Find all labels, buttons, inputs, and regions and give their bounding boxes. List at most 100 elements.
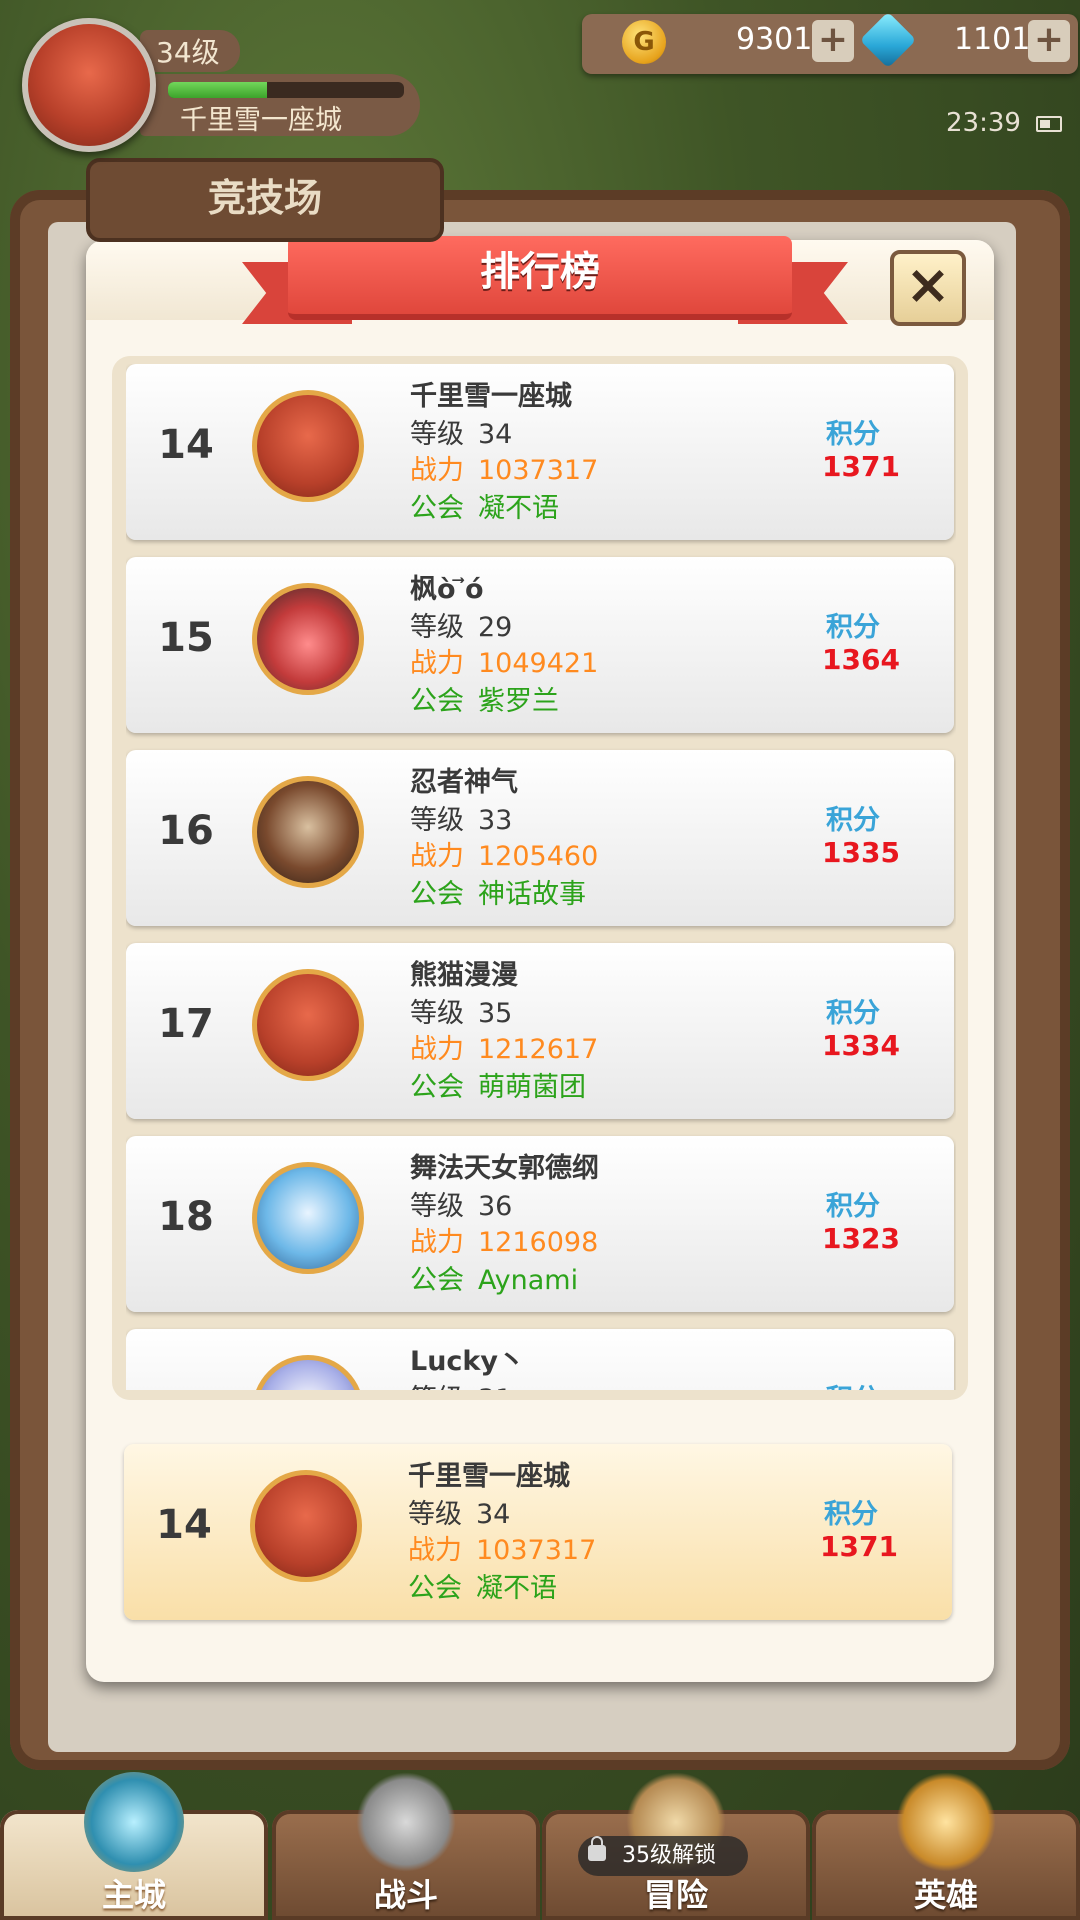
level-line: 等级 34 — [408, 1492, 510, 1531]
player-avatar-icon[interactable] — [252, 1162, 364, 1274]
level-label: 等级 — [408, 1499, 462, 1530]
level-value: 34 — [478, 419, 513, 450]
gold-coin-icon: G — [622, 20, 666, 64]
close-icon[interactable]: × — [890, 250, 966, 326]
power-label: 战力 — [408, 1535, 462, 1566]
player-avatar-icon[interactable] — [252, 390, 364, 502]
player-name: 枫ò ⃗ó — [410, 574, 484, 605]
power-label: 战力 — [410, 1227, 464, 1258]
ranking-row[interactable]: 18 舞法天女郭德纲 等级 36 战力 1216098 公会 Aynami 积分 1323 — [126, 1136, 954, 1312]
level-line: 等级 35 — [410, 991, 512, 1030]
score-value: 1364 — [822, 643, 900, 676]
guild-label: 公会 — [410, 879, 464, 910]
guild-label: 公会 — [410, 493, 464, 524]
ranking-row[interactable]: 16 忍者神气 等级 33 战力 1205460 公会 神话故事 积分 1335 — [126, 750, 954, 926]
player-name: 千里雪一座城 — [408, 1461, 570, 1492]
guild-line: 公会 凝不语 — [410, 486, 559, 525]
level-value: 29 — [478, 612, 513, 643]
level-line: 等级 31 — [410, 1377, 512, 1390]
my-ranking-card[interactable]: 14 千里雪一座城 等级 34 战力 1037317 公会 凝不语 积分 1371 — [124, 1444, 952, 1620]
guild-line: 公会 Aynami — [410, 1258, 578, 1297]
level-line: 等级 29 — [410, 605, 512, 644]
guild-value: 凝不语 — [478, 493, 559, 524]
power-line: 战力 1205460 — [410, 834, 598, 873]
power-label: 战力 — [410, 648, 464, 679]
player-avatar-icon[interactable] — [252, 776, 364, 888]
level-value: 33 — [478, 805, 513, 836]
power-label: 战力 — [410, 841, 464, 872]
player-level-badge: 34级 — [140, 30, 240, 72]
player-name: 熊猫漫漫 — [410, 960, 518, 991]
arena-title-tab: 竞技场 — [86, 158, 444, 242]
score-value: 1371 — [820, 1530, 898, 1563]
ranking-row[interactable]: 17 熊猫漫漫等级 35 战力 1212617 公会 萌萌菌团 积分 1334 — [126, 943, 954, 1119]
ranking-row[interactable]: Lucky丶等级31战力公会积分 — [126, 1329, 954, 1390]
player-level: 34级 — [156, 36, 220, 69]
gold-amount: 9301 — [736, 22, 813, 57]
nav-tab-hero[interactable]: 英雄 — [812, 1772, 1080, 1920]
level-line: 等级 34 — [410, 412, 512, 451]
rank-number: 17 — [158, 1001, 214, 1047]
player-avatar-icon[interactable] — [250, 1470, 362, 1582]
rank-number: 18 — [158, 1194, 214, 1240]
nav-tab-main-city[interactable]: 主城 — [0, 1772, 268, 1920]
rank-number: 14 — [158, 422, 214, 468]
power-value: 1037317 — [478, 455, 599, 486]
level-label: 等级 — [410, 998, 464, 1029]
ranking-list[interactable]: 14 千里雪一座城 等级 34 战力 1037317 公会 凝不语 积分 1371 15 枫ò ⃗ó 等… — [112, 356, 968, 1400]
modal-title: 排行榜 — [288, 236, 792, 320]
power-value: 1216098 — [478, 1227, 599, 1258]
player-avatar-icon[interactable] — [252, 583, 364, 695]
level-value: 36 — [478, 1191, 513, 1222]
guild-label: 公会 — [408, 1573, 462, 1604]
score-label: 积分 — [826, 805, 880, 836]
ranking-list-viewport[interactable]: 14 千里雪一座城 等级 34 战力 1037317 公会 凝不语 积分 1371 15 枫ò ⃗ó 等… — [126, 364, 956, 1390]
score-value: 1335 — [822, 836, 900, 869]
level-value: 34 — [476, 1499, 511, 1530]
power-label: 战力 — [410, 455, 464, 486]
nav-label-hero: 英雄 — [913, 1876, 978, 1914]
level-label: 等级 — [410, 612, 464, 643]
my-ranking-row: 14 千里雪一座城 等级 34 战力 1037317 公会 凝不语 积分 1371 — [124, 1444, 952, 1620]
rank-number: 16 — [158, 808, 214, 854]
ranking-row[interactable]: 14 千里雪一座城 等级 34 战力 1037317 公会 凝不语 积分 1371 — [126, 364, 954, 540]
add-diamond-button[interactable]: + — [1028, 20, 1070, 62]
guild-line: 公会 神话故事 — [410, 872, 586, 911]
ranking-row[interactable]: 15 枫ò ⃗ó 等级 29 战力 1049421 公会 紫罗兰 积分 1364 — [126, 557, 954, 733]
player-avatar-icon[interactable] — [252, 1355, 364, 1390]
power-line: 战力 1212617 — [410, 1027, 598, 1066]
guild-label: 公会 — [410, 1265, 464, 1296]
player-avatar-icon[interactable] — [252, 969, 364, 1081]
score-label: 积分 — [826, 998, 880, 1029]
nav-tab-battle[interactable]: 战斗 — [272, 1772, 540, 1920]
guild-line: 公会 萌萌菌团 — [410, 1065, 586, 1104]
level-line: 等级 36 — [410, 1184, 512, 1223]
score-value: 1323 — [822, 1222, 900, 1255]
level-value: 31 — [478, 1384, 512, 1390]
power-value: 1205460 — [478, 841, 599, 872]
player-avatar[interactable] — [22, 18, 156, 152]
player-name: 千里雪一座城 — [180, 105, 342, 136]
nav-label-battle: 战斗 — [373, 1876, 438, 1914]
player-exp-fill — [168, 82, 268, 98]
diamond-amount: 1101 — [954, 22, 1031, 57]
power-value: 1037317 — [476, 1535, 597, 1566]
guild-label: 公会 — [410, 1072, 464, 1103]
rank-number: 14 — [156, 1502, 212, 1548]
power-value: 1212617 — [478, 1034, 599, 1065]
score-value: 1334 — [822, 1029, 900, 1062]
score-label: 积分 — [826, 1377, 880, 1390]
power-line: 战力 1049421 — [410, 641, 598, 680]
guild-value: 凝不语 — [476, 1573, 557, 1604]
nav-label-adventure: 冒险 — [643, 1876, 708, 1914]
hero-helmet-icon — [896, 1772, 996, 1872]
crossed-swords-icon — [356, 1772, 456, 1872]
score-label: 积分 — [826, 419, 880, 450]
add-gold-button[interactable]: + — [812, 20, 854, 62]
guild-label: 公会 — [410, 686, 464, 717]
level-label: 等级 — [410, 1191, 464, 1222]
player-name: Lucky丶 — [410, 1346, 525, 1377]
rank-number: 15 — [158, 615, 214, 661]
level-value: 35 — [478, 998, 513, 1029]
bottom-nav: 主城 战斗 冒险 英雄 — [0, 1772, 1080, 1920]
